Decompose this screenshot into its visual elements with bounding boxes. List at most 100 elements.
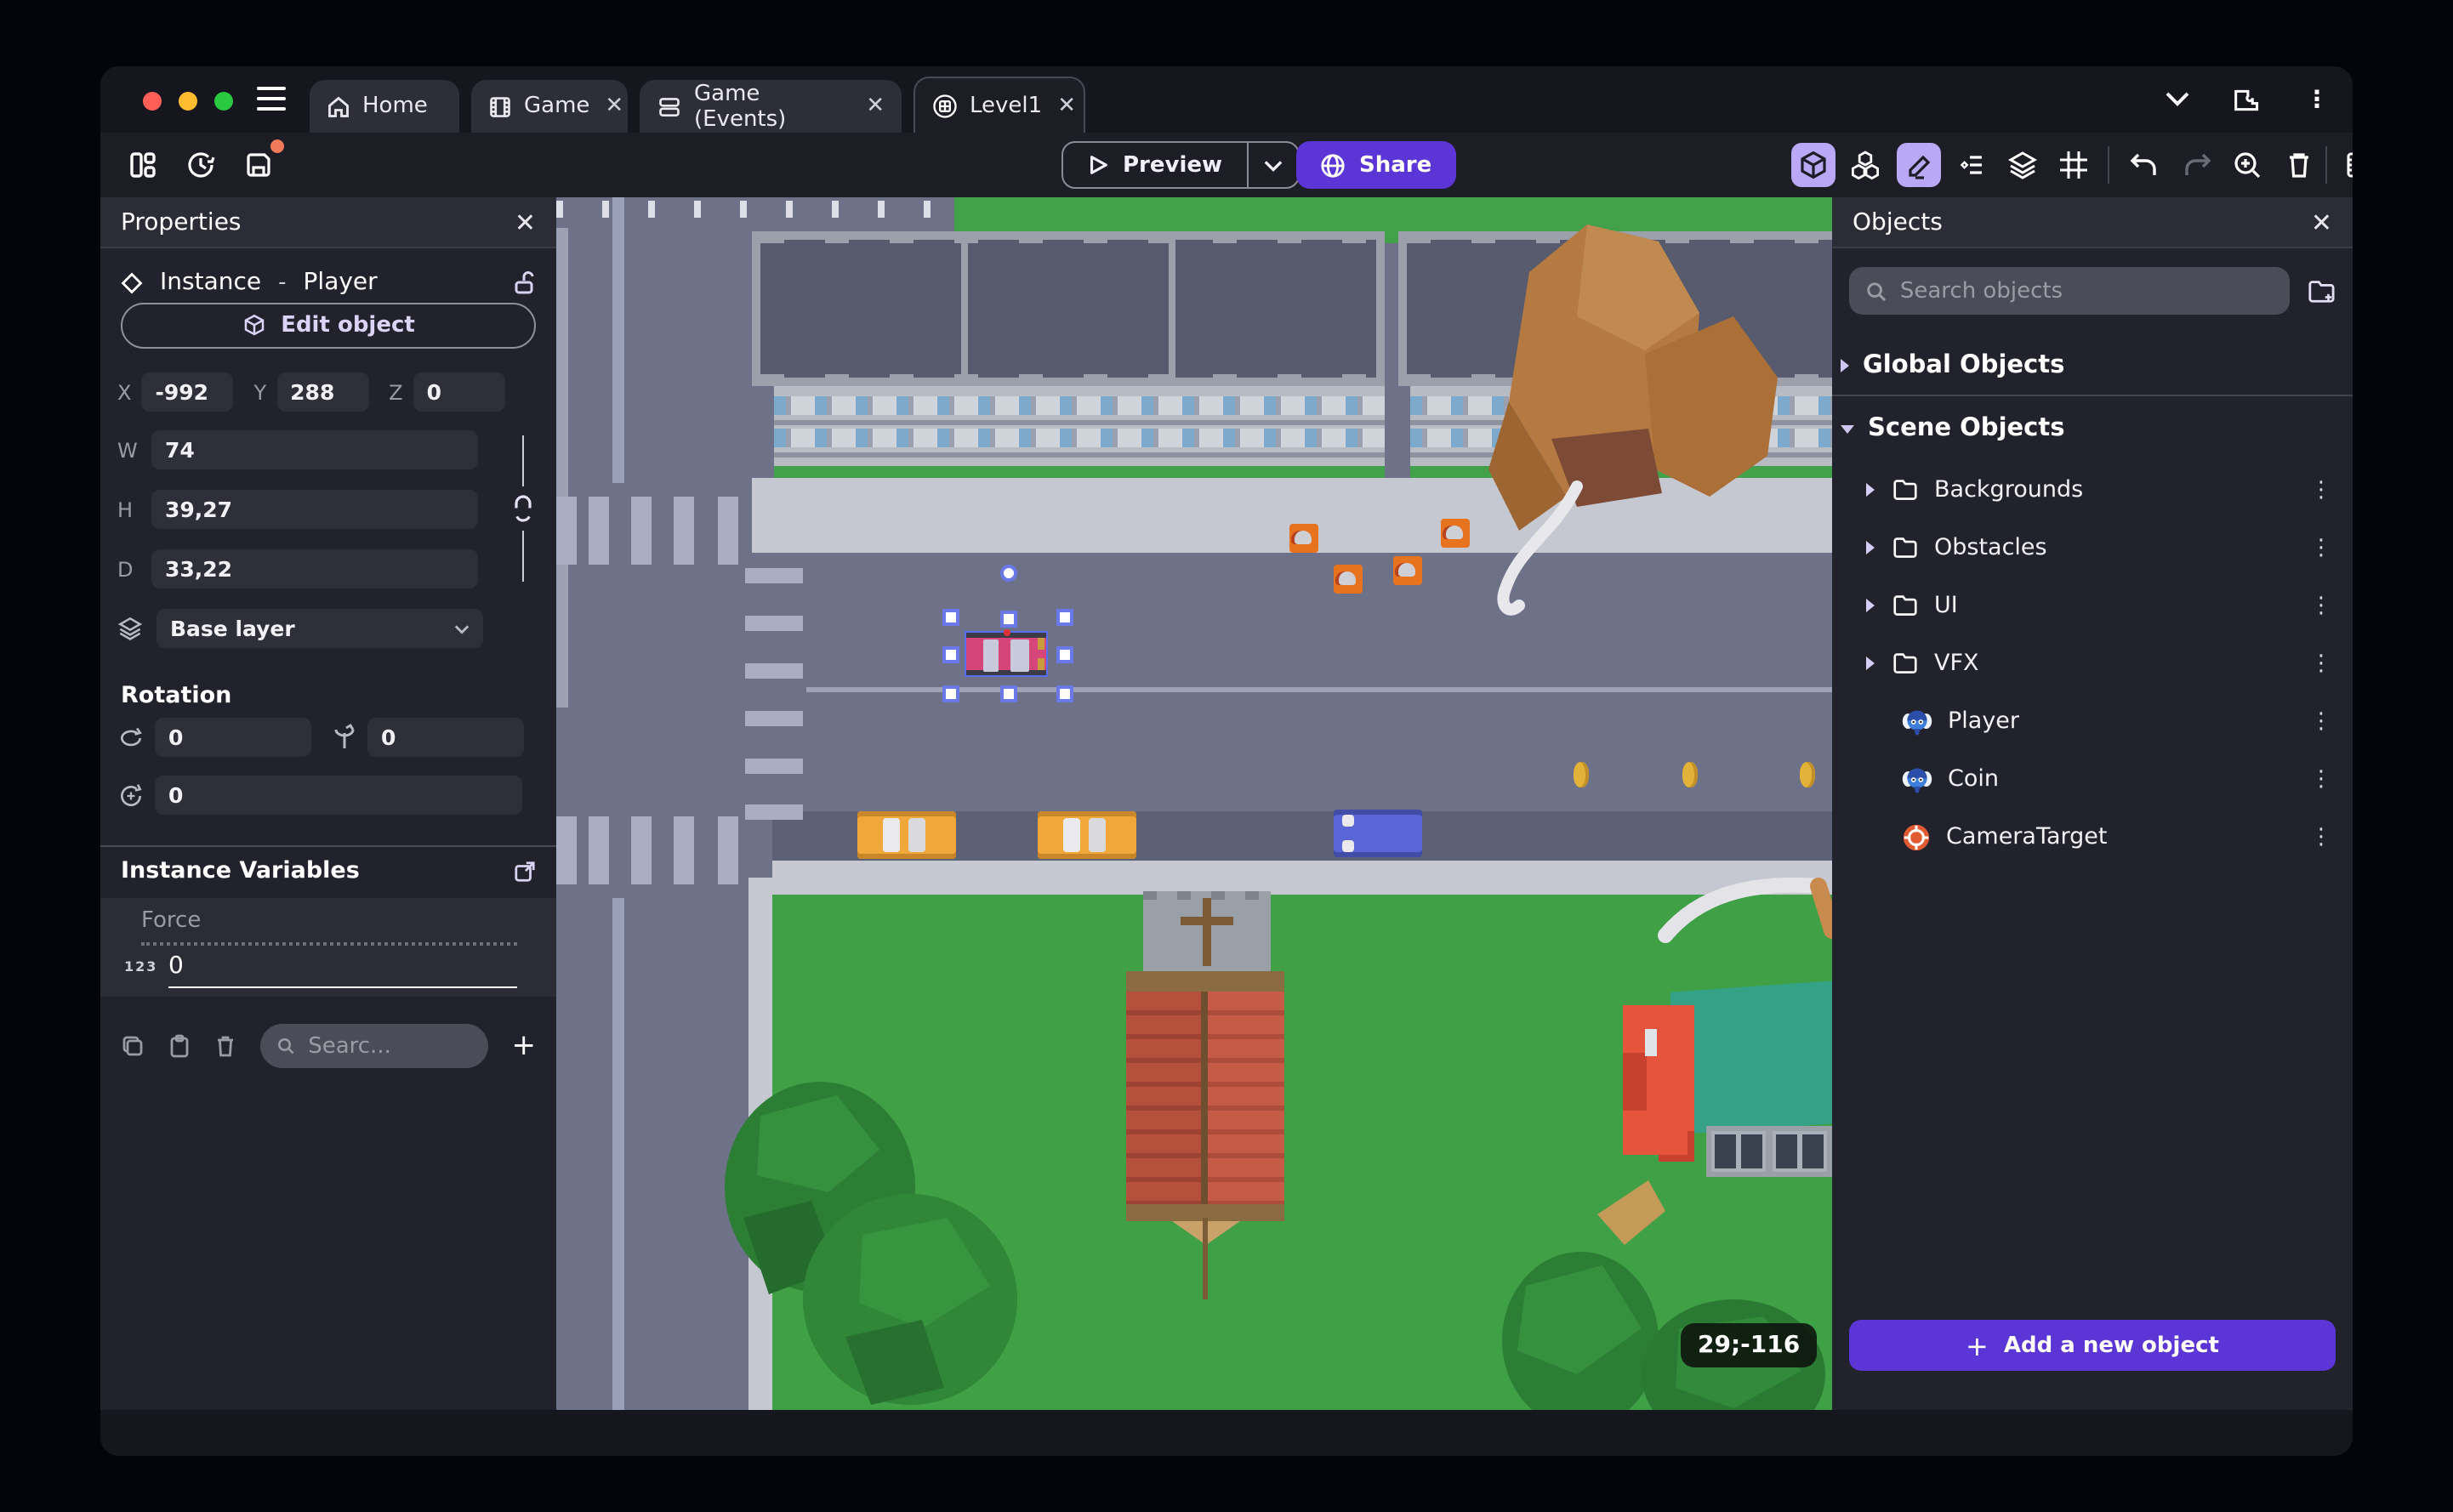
kebab-menu-icon[interactable]: ⋮ <box>2310 535 2332 560</box>
section-global-objects[interactable]: Global Objects <box>1832 340 2353 391</box>
objects-search[interactable] <box>1849 267 2290 315</box>
undo-icon[interactable] <box>2121 143 2166 187</box>
tab-home[interactable]: Home <box>310 80 459 133</box>
scene-object-coin[interactable] <box>1574 762 1589 787</box>
edit-properties-icon[interactable] <box>2337 143 2353 187</box>
scene-object-car-blue[interactable] <box>1334 810 1422 857</box>
scene-object-crate[interactable] <box>1393 556 1422 585</box>
rotation-y-input[interactable] <box>367 718 524 757</box>
caret-right-icon[interactable] <box>1866 541 1875 554</box>
scene-object-car-yellow[interactable] <box>857 811 956 859</box>
scene-object-car-yellow[interactable] <box>1038 811 1136 859</box>
tab-game[interactable]: Game ✕ <box>471 80 628 133</box>
traffic-zoom-button[interactable] <box>214 92 233 111</box>
tab-close-icon[interactable]: ✕ <box>605 94 623 119</box>
kebab-menu-icon[interactable]: ⋮ <box>2310 824 2332 850</box>
save-icon[interactable] <box>236 139 284 187</box>
section-scene-objects[interactable]: Scene Objects <box>1832 403 2353 454</box>
kebab-menu-icon[interactable]: ⋮ <box>2310 477 2332 503</box>
share-button[interactable]: Share <box>1296 141 1456 189</box>
objects-cubes-icon[interactable] <box>1842 143 1887 187</box>
scene-object-crate[interactable] <box>1334 565 1363 594</box>
menu-hamburger-icon[interactable] <box>257 87 286 111</box>
layer-select[interactable]: Base layer <box>157 609 483 648</box>
scene-object-building-roof[interactable] <box>752 231 1385 386</box>
preview-options-button[interactable] <box>1246 143 1297 187</box>
close-icon[interactable]: ✕ <box>515 207 536 237</box>
kebab-menu-icon[interactable]: ⋮ <box>2310 766 2332 792</box>
tab-game-events[interactable]: Game (Events) ✕ <box>640 80 902 133</box>
paste-icon[interactable] <box>168 1034 191 1058</box>
chevron-down-icon[interactable] <box>2166 92 2189 107</box>
object-folder-obstacles[interactable]: Obstacles ⋮ <box>1832 520 2353 575</box>
preview-button[interactable]: Preview <box>1063 143 1246 187</box>
instances-list-icon[interactable] <box>1949 143 1994 187</box>
close-icon[interactable]: ✕ <box>2311 207 2332 237</box>
scene-object-crate[interactable] <box>1441 519 1470 548</box>
extensions-puzzle-icon[interactable] <box>2234 86 2261 113</box>
rotation-x-input[interactable] <box>155 718 311 757</box>
tab-close-icon[interactable]: ✕ <box>866 94 885 119</box>
object-item-coin[interactable]: Coin ⋮ <box>1832 752 2353 806</box>
view-3d-icon[interactable] <box>1791 143 1835 187</box>
selection-handle[interactable] <box>1000 611 1017 628</box>
scene-canvas[interactable]: 29;-116 <box>556 197 1832 1410</box>
layers-icon[interactable] <box>2001 143 2045 187</box>
scene-object-coin[interactable] <box>1800 762 1815 787</box>
rotation-z-input[interactable] <box>155 776 522 815</box>
variable-row-force[interactable]: Force 123 0 <box>100 898 556 997</box>
variables-search-input[interactable] <box>308 1033 471 1059</box>
selection-rotate-handle[interactable] <box>1000 565 1017 582</box>
selection-handle[interactable] <box>1056 646 1073 663</box>
selection-handle[interactable] <box>942 609 959 626</box>
y-input[interactable] <box>276 372 369 412</box>
scene-object-building-roof[interactable] <box>1398 231 1832 386</box>
width-input[interactable] <box>151 430 478 469</box>
add-variable-button[interactable]: + <box>512 1029 537 1063</box>
zoom-in-icon[interactable] <box>2225 143 2269 187</box>
edit-pencil-icon[interactable] <box>1897 143 1941 187</box>
selection-handle[interactable] <box>942 646 959 663</box>
traffic-close-button[interactable] <box>143 92 162 111</box>
variable-name[interactable]: Force <box>141 908 201 934</box>
size-link-chain-icon[interactable] <box>514 493 532 524</box>
layout-panels-icon[interactable] <box>121 143 165 187</box>
history-icon[interactable] <box>179 143 223 187</box>
add-folder-icon[interactable] <box>2307 277 2336 304</box>
scene-object-teal-building-roof[interactable] <box>1670 981 1832 1135</box>
object-folder-vfx[interactable]: VFX ⋮ <box>1832 636 2353 691</box>
trash-icon[interactable] <box>2276 143 2320 187</box>
selection-handle[interactable] <box>942 685 959 702</box>
objects-search-input[interactable] <box>1899 278 2273 304</box>
kebab-menu-icon[interactable]: ⋮ <box>2310 651 2332 676</box>
kebab-menu-icon[interactable]: ⋮ <box>2305 86 2329 113</box>
caret-right-icon[interactable] <box>1866 483 1875 497</box>
scene-object-player-car-selected[interactable] <box>965 629 1048 677</box>
scene-object-building-facade[interactable] <box>774 386 1385 478</box>
lock-open-icon[interactable] <box>512 270 536 295</box>
scene-object-church-roof[interactable] <box>1126 992 1284 1204</box>
z-input[interactable] <box>413 372 505 412</box>
selection-handle[interactable] <box>1000 685 1017 702</box>
copy-icon[interactable] <box>121 1034 145 1058</box>
scene-object-building-facade[interactable] <box>1410 386 1832 478</box>
variable-value[interactable]: 0 <box>168 952 184 980</box>
scene-object-crate[interactable] <box>1289 524 1318 553</box>
object-folder-ui[interactable]: UI ⋮ <box>1832 578 2353 633</box>
selection-handle[interactable] <box>1056 609 1073 626</box>
tab-level1-active[interactable]: Level1 ✕ <box>913 77 1085 133</box>
scene-object-church[interactable] <box>1126 971 1284 992</box>
edit-object-button[interactable]: Edit object <box>121 303 536 349</box>
caret-right-icon[interactable] <box>1866 657 1875 670</box>
caret-right-icon[interactable] <box>1866 599 1875 612</box>
external-link-icon[interactable] <box>514 860 536 882</box>
grid-icon[interactable] <box>2052 143 2096 187</box>
tab-close-icon[interactable]: ✕ <box>1057 93 1076 118</box>
kebab-menu-icon[interactable]: ⋮ <box>2310 708 2332 734</box>
delete-variable-icon[interactable] <box>214 1034 236 1058</box>
object-item-player[interactable]: Player ⋮ <box>1832 694 2353 748</box>
selection-handle[interactable] <box>1056 685 1073 702</box>
traffic-minimize-button[interactable] <box>179 92 197 111</box>
object-folder-backgrounds[interactable]: Backgrounds ⋮ <box>1832 463 2353 517</box>
object-item-cameratarget[interactable]: CameraTarget ⋮ <box>1832 810 2353 864</box>
